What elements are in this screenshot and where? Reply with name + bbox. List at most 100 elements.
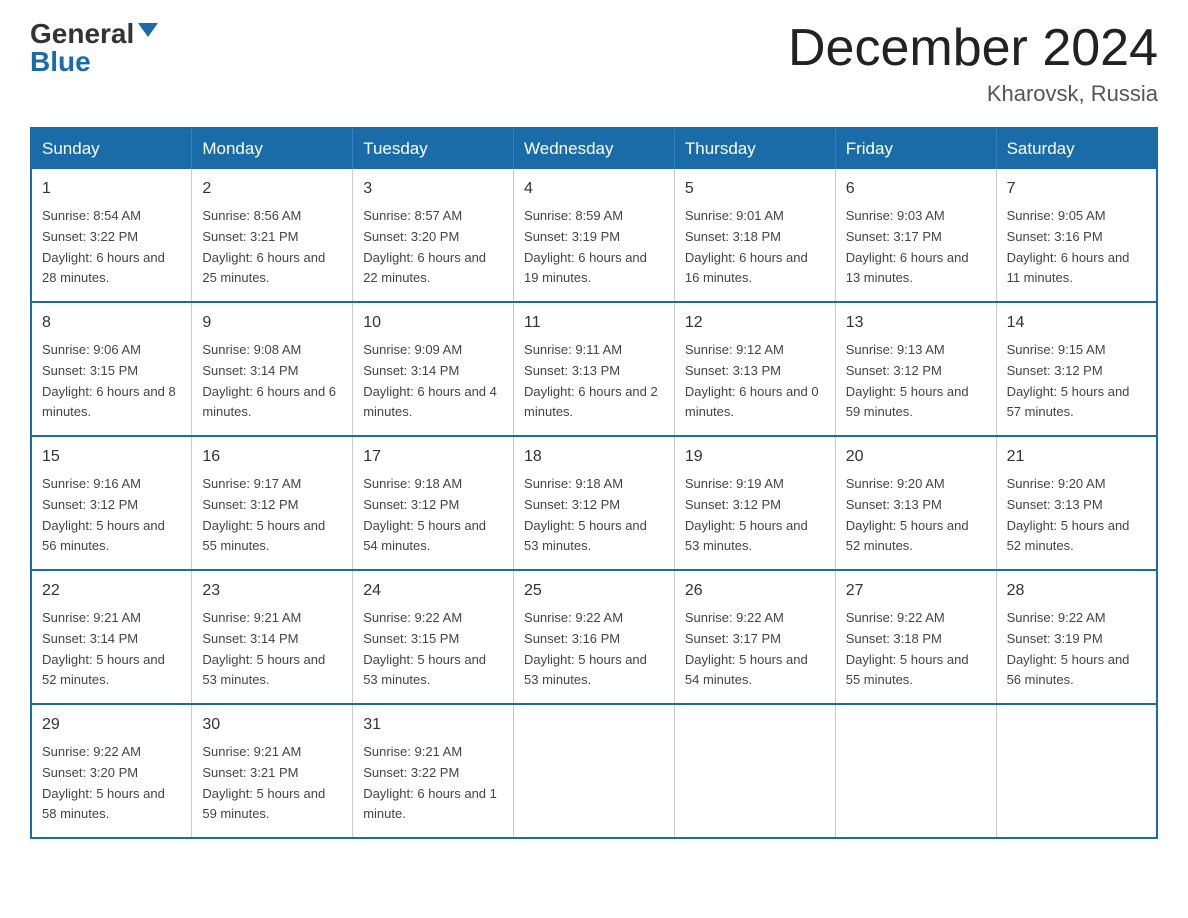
calendar-week-4: 22 Sunrise: 9:21 AMSunset: 3:14 PMDayligh… bbox=[31, 570, 1157, 704]
day-info: Sunrise: 9:22 AMSunset: 3:19 PMDaylight:… bbox=[1007, 608, 1146, 691]
calendar-title: December 2024 bbox=[788, 20, 1158, 77]
day-number: 20 bbox=[846, 445, 986, 470]
day-number: 1 bbox=[42, 177, 181, 202]
day-number: 2 bbox=[202, 177, 342, 202]
day-number: 11 bbox=[524, 311, 664, 336]
day-number: 6 bbox=[846, 177, 986, 202]
day-number: 10 bbox=[363, 311, 503, 336]
day-info: Sunrise: 9:17 AMSunset: 3:12 PMDaylight:… bbox=[202, 474, 342, 557]
day-info: Sunrise: 9:20 AMSunset: 3:13 PMDaylight:… bbox=[846, 474, 986, 557]
table-row: 16Sunrise: 9:17 AMSunset: 3:12 PMDayligh… bbox=[192, 436, 353, 570]
table-row: 5 Sunrise: 9:01 AMSunset: 3:18 PMDaylight… bbox=[674, 169, 835, 302]
table-row: 31Sunrise: 9:21 AMSunset: 3:22 PMDayligh… bbox=[353, 704, 514, 838]
day-info: Sunrise: 9:08 AMSunset: 3:14 PMDaylight:… bbox=[202, 340, 342, 423]
day-number: 3 bbox=[363, 177, 503, 202]
table-row bbox=[674, 704, 835, 838]
day-number: 17 bbox=[363, 445, 503, 470]
day-info: Sunrise: 9:22 AMSunset: 3:16 PMDaylight:… bbox=[524, 608, 664, 691]
day-number: 29 bbox=[42, 713, 181, 738]
table-row: 7 Sunrise: 9:05 AMSunset: 3:16 PMDaylight… bbox=[996, 169, 1157, 302]
day-info: Sunrise: 9:18 AMSunset: 3:12 PMDaylight:… bbox=[363, 474, 503, 557]
day-info: Sunrise: 9:21 AMSunset: 3:14 PMDaylight:… bbox=[42, 608, 181, 691]
calendar-week-5: 29 Sunrise: 9:22 AMSunset: 3:20 PMDayligh… bbox=[31, 704, 1157, 838]
day-number: 28 bbox=[1007, 579, 1146, 604]
calendar-week-3: 15Sunrise: 9:16 AMSunset: 3:12 PMDayligh… bbox=[31, 436, 1157, 570]
table-row: 18Sunrise: 9:18 AMSunset: 3:12 PMDayligh… bbox=[514, 436, 675, 570]
table-row: 26 Sunrise: 9:22 AMSunset: 3:17 PMDayligh… bbox=[674, 570, 835, 704]
table-row: 24Sunrise: 9:22 AMSunset: 3:15 PMDayligh… bbox=[353, 570, 514, 704]
col-saturday: Saturday bbox=[996, 128, 1157, 169]
table-row: 27 Sunrise: 9:22 AMSunset: 3:18 PMDayligh… bbox=[835, 570, 996, 704]
day-info: Sunrise: 9:21 AMSunset: 3:21 PMDaylight:… bbox=[202, 742, 342, 825]
day-number: 22 bbox=[42, 579, 181, 604]
logo: General Blue bbox=[30, 20, 158, 76]
day-info: Sunrise: 8:57 AMSunset: 3:20 PMDaylight:… bbox=[363, 206, 503, 289]
calendar-week-2: 8Sunrise: 9:06 AMSunset: 3:15 PMDaylight… bbox=[31, 302, 1157, 436]
calendar-header-row: Sunday Monday Tuesday Wednesday Thursday… bbox=[31, 128, 1157, 169]
table-row: 10 Sunrise: 9:09 AMSunset: 3:14 PMDayligh… bbox=[353, 302, 514, 436]
table-row: 15Sunrise: 9:16 AMSunset: 3:12 PMDayligh… bbox=[31, 436, 192, 570]
day-info: Sunrise: 9:16 AMSunset: 3:12 PMDaylight:… bbox=[42, 474, 181, 557]
table-row bbox=[835, 704, 996, 838]
day-number: 13 bbox=[846, 311, 986, 336]
day-info: Sunrise: 9:21 AMSunset: 3:14 PMDaylight:… bbox=[202, 608, 342, 691]
day-number: 9 bbox=[202, 311, 342, 336]
logo-triangle-icon bbox=[138, 23, 158, 37]
logo-blue: Blue bbox=[30, 48, 91, 76]
day-info: Sunrise: 9:06 AMSunset: 3:15 PMDaylight:… bbox=[42, 340, 181, 423]
day-number: 18 bbox=[524, 445, 664, 470]
title-block: December 2024 Kharovsk, Russia bbox=[788, 20, 1158, 107]
day-number: 26 bbox=[685, 579, 825, 604]
day-number: 5 bbox=[685, 177, 825, 202]
day-number: 4 bbox=[524, 177, 664, 202]
day-info: Sunrise: 9:22 AMSunset: 3:20 PMDaylight:… bbox=[42, 742, 181, 825]
day-info: Sunrise: 9:12 AMSunset: 3:13 PMDaylight:… bbox=[685, 340, 825, 423]
table-row: 12 Sunrise: 9:12 AMSunset: 3:13 PMDayligh… bbox=[674, 302, 835, 436]
table-row: 22 Sunrise: 9:21 AMSunset: 3:14 PMDayligh… bbox=[31, 570, 192, 704]
day-info: Sunrise: 9:01 AMSunset: 3:18 PMDaylight:… bbox=[685, 206, 825, 289]
page-header: General Blue December 2024 Kharovsk, Rus… bbox=[30, 20, 1158, 107]
table-row: 11Sunrise: 9:11 AMSunset: 3:13 PMDayligh… bbox=[514, 302, 675, 436]
day-info: Sunrise: 9:13 AMSunset: 3:12 PMDaylight:… bbox=[846, 340, 986, 423]
table-row bbox=[996, 704, 1157, 838]
day-info: Sunrise: 9:22 AMSunset: 3:18 PMDaylight:… bbox=[846, 608, 986, 691]
table-row: 17 Sunrise: 9:18 AMSunset: 3:12 PMDayligh… bbox=[353, 436, 514, 570]
table-row: 2 Sunrise: 8:56 AMSunset: 3:21 PMDaylight… bbox=[192, 169, 353, 302]
table-row: 19 Sunrise: 9:19 AMSunset: 3:12 PMDayligh… bbox=[674, 436, 835, 570]
day-info: Sunrise: 9:09 AMSunset: 3:14 PMDaylight:… bbox=[363, 340, 503, 423]
col-tuesday: Tuesday bbox=[353, 128, 514, 169]
col-thursday: Thursday bbox=[674, 128, 835, 169]
day-info: Sunrise: 9:19 AMSunset: 3:12 PMDaylight:… bbox=[685, 474, 825, 557]
day-number: 14 bbox=[1007, 311, 1146, 336]
day-number: 24 bbox=[363, 579, 503, 604]
day-info: Sunrise: 9:03 AMSunset: 3:17 PMDaylight:… bbox=[846, 206, 986, 289]
day-number: 12 bbox=[685, 311, 825, 336]
day-number: 7 bbox=[1007, 177, 1146, 202]
logo-general: General bbox=[30, 20, 134, 48]
table-row: 25 Sunrise: 9:22 AMSunset: 3:16 PMDayligh… bbox=[514, 570, 675, 704]
day-number: 23 bbox=[202, 579, 342, 604]
day-info: Sunrise: 9:05 AMSunset: 3:16 PMDaylight:… bbox=[1007, 206, 1146, 289]
day-number: 25 bbox=[524, 579, 664, 604]
table-row: 28 Sunrise: 9:22 AMSunset: 3:19 PMDayligh… bbox=[996, 570, 1157, 704]
calendar-week-1: 1 Sunrise: 8:54 AMSunset: 3:22 PMDaylight… bbox=[31, 169, 1157, 302]
day-info: Sunrise: 8:59 AMSunset: 3:19 PMDaylight:… bbox=[524, 206, 664, 289]
table-row: 9 Sunrise: 9:08 AMSunset: 3:14 PMDaylight… bbox=[192, 302, 353, 436]
table-row: 14 Sunrise: 9:15 AMSunset: 3:12 PMDayligh… bbox=[996, 302, 1157, 436]
day-number: 30 bbox=[202, 713, 342, 738]
table-row: 1 Sunrise: 8:54 AMSunset: 3:22 PMDaylight… bbox=[31, 169, 192, 302]
table-row: 21Sunrise: 9:20 AMSunset: 3:13 PMDayligh… bbox=[996, 436, 1157, 570]
table-row: 20 Sunrise: 9:20 AMSunset: 3:13 PMDayligh… bbox=[835, 436, 996, 570]
col-sunday: Sunday bbox=[31, 128, 192, 169]
day-number: 27 bbox=[846, 579, 986, 604]
calendar-subtitle: Kharovsk, Russia bbox=[788, 81, 1158, 107]
col-monday: Monday bbox=[192, 128, 353, 169]
table-row: 6 Sunrise: 9:03 AMSunset: 3:17 PMDaylight… bbox=[835, 169, 996, 302]
day-info: Sunrise: 9:22 AMSunset: 3:17 PMDaylight:… bbox=[685, 608, 825, 691]
day-info: Sunrise: 8:56 AMSunset: 3:21 PMDaylight:… bbox=[202, 206, 342, 289]
day-info: Sunrise: 9:15 AMSunset: 3:12 PMDaylight:… bbox=[1007, 340, 1146, 423]
day-info: Sunrise: 9:21 AMSunset: 3:22 PMDaylight:… bbox=[363, 742, 503, 825]
day-info: Sunrise: 8:54 AMSunset: 3:22 PMDaylight:… bbox=[42, 206, 181, 289]
table-row: 4 Sunrise: 8:59 AMSunset: 3:19 PMDaylight… bbox=[514, 169, 675, 302]
day-number: 19 bbox=[685, 445, 825, 470]
